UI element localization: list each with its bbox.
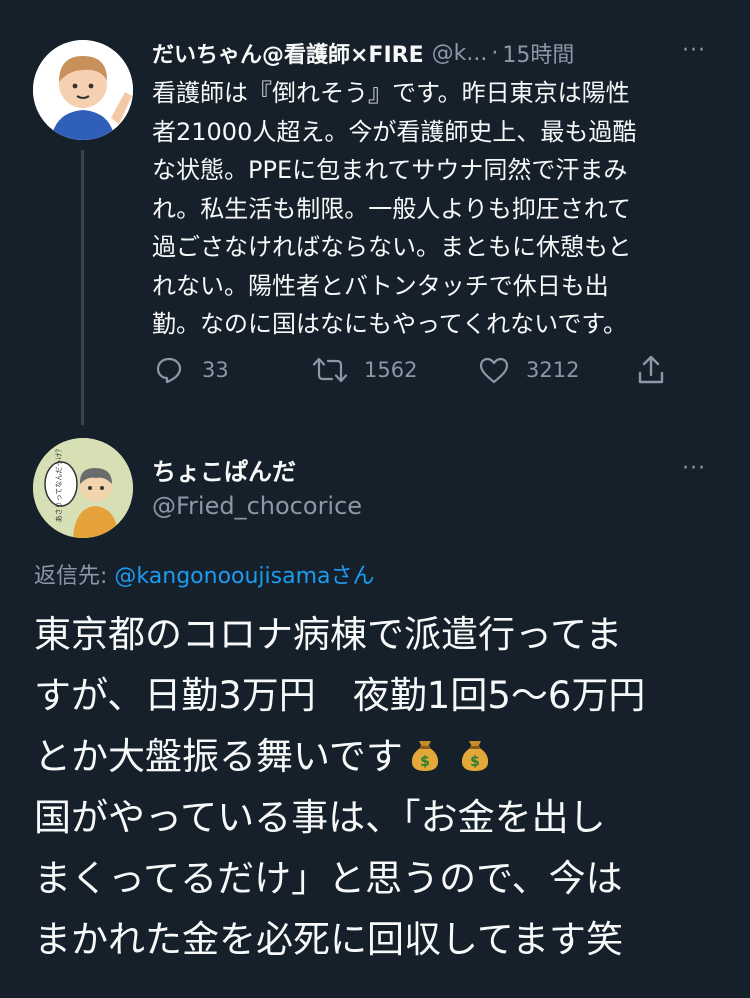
tweet1-text-line: 者21000人超え。今が看護師史上、最も過酷 bbox=[152, 117, 637, 146]
tweet2-text-line: すが、日勤3万円 夜勤1回5～6万円 bbox=[34, 674, 646, 717]
avatar-chocopanda[interactable]: あさりってなんだっけ？ bbox=[33, 438, 133, 538]
avatar-illustration bbox=[33, 40, 133, 140]
tweet1-text-line: れない。陽性者とバトンタッチで休日も出 bbox=[152, 271, 609, 300]
svg-text:$: $ bbox=[420, 754, 430, 770]
like-icon bbox=[479, 357, 509, 384]
reply-to-link[interactable]: @kangonooujisama bbox=[114, 564, 330, 589]
like-count: 3212 bbox=[526, 358, 580, 382]
retweet-count: 1562 bbox=[364, 358, 418, 382]
tweet1-separator: · bbox=[491, 40, 499, 66]
tweet1-header: だいちゃん@看護師×FIRE @k... · 15時間 bbox=[152, 36, 722, 70]
money-bag-icon: $ bbox=[411, 741, 438, 771]
share-icon bbox=[638, 355, 664, 384]
avatar-daichan[interactable] bbox=[33, 40, 133, 140]
share-action[interactable] bbox=[636, 352, 666, 388]
reply-to-prefix: 返信先: bbox=[34, 564, 108, 589]
tweet1-timestamp[interactable]: 15時間 bbox=[502, 37, 574, 69]
tweet2-text-line: 東京都のコロナ病棟で派遣行ってま bbox=[34, 613, 623, 656]
tweet2-text-line: まかれた金を必死に回収してます笑 bbox=[34, 918, 624, 961]
avatar-illustration: あさりってなんだっけ？ bbox=[33, 438, 133, 538]
reply-icon bbox=[156, 357, 182, 384]
retweet-icon bbox=[312, 357, 348, 383]
tweet1-text-line: 看護師は『倒れそう』です。昨日東京は陽性 bbox=[152, 79, 630, 107]
tweet2-text-line: とか大盤振る舞いです bbox=[34, 735, 403, 778]
tweet1-text: 看護師は『倒れそう』です。昨日東京は陽性 者21000人超え。今が看護師史上、最… bbox=[152, 74, 727, 344]
reply-action[interactable]: 33 bbox=[154, 352, 229, 388]
tweet2-display-name[interactable]: ちょこぱんだ bbox=[152, 452, 296, 487]
thread-connector-line bbox=[81, 150, 84, 425]
tweet2-text-line: 国がやっている事は、「お金を出し bbox=[34, 796, 606, 839]
reply-to-suffix: さん bbox=[330, 564, 375, 589]
tweet1-text-line: 勤。なのに国はなにもやってくれないです。 bbox=[152, 310, 627, 338]
tweet2-handle[interactable]: @Fried_chocorice bbox=[152, 492, 362, 520]
tweet1-display-name[interactable]: だいちゃん@看護師×FIRE bbox=[152, 37, 424, 69]
tweet1-text-line: れ。私生活も制限。一般人よりも抑圧されて bbox=[152, 194, 632, 223]
tweet2-text: 東京都のコロナ病棟で派遣行ってま すが、日勤3万円 夜勤1回5～6万円 とか大盤… bbox=[34, 604, 734, 970]
tweet2-text-line: まくってるだけ」と思うので、今は bbox=[34, 857, 623, 900]
reply-to-line: 返信先: @kangonooujisamaさん bbox=[34, 558, 375, 590]
tweet1-more-button[interactable]: ··· bbox=[682, 38, 706, 63]
reply-count: 33 bbox=[202, 358, 229, 382]
retweet-action[interactable]: 1562 bbox=[312, 352, 417, 388]
money-bag-icon: $ bbox=[461, 741, 488, 771]
tweet2-more-button[interactable]: ··· bbox=[682, 456, 706, 481]
tweet1-text-line: 過ごさなければならない。まともに休憩もと bbox=[152, 233, 632, 261]
avatar-speech-text: あさりってなんだっけ？ bbox=[55, 446, 63, 523]
tweet1-text-line: な状態。PPEに包まれてサウナ同然で汗まみ bbox=[152, 156, 628, 184]
svg-text:$: $ bbox=[470, 754, 480, 770]
tweet2-text-line-with-emoji: とか大盤振る舞いです $ $ bbox=[34, 726, 734, 787]
like-action[interactable]: 3212 bbox=[478, 352, 579, 388]
tweet1-handle[interactable]: @k... bbox=[432, 41, 488, 66]
